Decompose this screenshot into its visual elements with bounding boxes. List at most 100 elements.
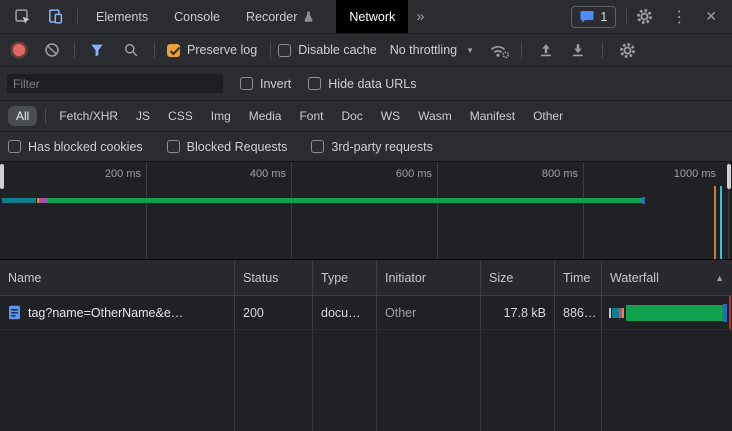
tab-console[interactable]: Console <box>161 0 233 33</box>
type-filter-doc[interactable]: Doc <box>334 106 369 126</box>
disable-cache-checkbox[interactable]: Disable cache <box>278 43 377 57</box>
tab-network-label: Network <box>349 10 395 24</box>
network-overview-timeline[interactable]: 200 ms 400 ms 600 ms 800 ms 1000 ms <box>0 162 732 260</box>
request-row[interactable]: tag?name=OtherName&e… 200 docu… Other 17… <box>0 296 732 330</box>
device-toolbar-icon[interactable] <box>39 8 72 25</box>
type-filter-fetch-xhr[interactable]: Fetch/XHR <box>52 106 125 126</box>
clear-icon[interactable] <box>35 42 69 58</box>
settings-gear-icon[interactable] <box>627 8 662 25</box>
type-filter-img[interactable]: Img <box>204 106 238 126</box>
tab-network[interactable]: Network <box>336 0 408 33</box>
issues-message-icon <box>580 10 594 23</box>
overview-left-handle[interactable] <box>0 164 4 189</box>
column-label: Name <box>8 271 41 285</box>
column-divider <box>480 330 481 431</box>
size-value: 17.8 kB <box>504 306 546 320</box>
type-value: docu… <box>321 306 361 320</box>
more-tabs-icon[interactable]: » <box>408 8 432 25</box>
column-header-status[interactable]: Status <box>234 260 312 295</box>
throttling-value: No throttling <box>390 43 457 57</box>
overview-bar-waiting <box>39 198 48 203</box>
filter-input[interactable] <box>7 74 223 93</box>
search-icon[interactable] <box>114 42 148 58</box>
gridline <box>291 162 292 259</box>
request-waterfall-cell[interactable] <box>601 296 732 329</box>
record-button[interactable] <box>13 44 25 56</box>
column-divider <box>554 330 555 431</box>
third-party-requests-checkbox[interactable]: 3rd-party requests <box>311 140 432 154</box>
tab-elements[interactable]: Elements <box>83 0 161 33</box>
column-header-time[interactable]: Time <box>554 260 601 295</box>
filter-funnel-icon[interactable] <box>80 42 114 58</box>
hide-data-urls-checkbox[interactable]: Hide data URLs <box>308 77 416 91</box>
ruler-tick: 1000 ms <box>646 168 716 180</box>
divider <box>602 42 603 58</box>
column-header-size[interactable]: Size <box>480 260 554 295</box>
checkbox-unchecked[interactable] <box>308 77 321 90</box>
request-name-cell[interactable]: tag?name=OtherName&e… <box>0 296 234 329</box>
time-value: 886… <box>563 306 596 320</box>
sort-ascending-icon[interactable]: ▲ <box>715 273 724 283</box>
inspect-element-icon[interactable] <box>6 8 39 25</box>
waterfall-downloading-segment <box>626 305 723 321</box>
network-settings-gear-icon[interactable] <box>611 42 644 59</box>
issues-counter[interactable]: 1 <box>571 6 616 28</box>
preserve-log-label: Preserve log <box>187 43 257 57</box>
type-filter-manifest[interactable]: Manifest <box>463 106 522 126</box>
type-filter-font[interactable]: Font <box>292 106 330 126</box>
divider <box>270 42 271 58</box>
type-filter-wasm[interactable]: Wasm <box>411 106 459 126</box>
status-value: 200 <box>243 306 264 320</box>
overview-right-handle[interactable] <box>727 164 731 189</box>
blocked-requests-checkbox[interactable]: Blocked Requests <box>167 140 288 154</box>
tab-recorder[interactable]: Recorder <box>233 0 328 33</box>
checkbox-unchecked[interactable] <box>167 140 180 153</box>
export-har-icon[interactable] <box>562 42 594 58</box>
network-toolbar: Preserve log Disable cache No throttling… <box>0 34 732 67</box>
checkbox-unchecked[interactable] <box>8 140 21 153</box>
divider <box>45 109 46 123</box>
request-size-cell[interactable]: 17.8 kB <box>480 296 554 329</box>
hide-data-urls-label: Hide data URLs <box>328 77 416 91</box>
column-header-type[interactable]: Type <box>312 260 376 295</box>
checkbox-unchecked[interactable] <box>240 77 253 90</box>
request-initiator-cell[interactable]: Other <box>376 296 480 329</box>
preserve-log-checkbox[interactable]: Preserve log <box>167 43 257 57</box>
requests-table-empty-area[interactable] <box>0 330 732 431</box>
column-label: Type <box>321 271 348 285</box>
has-blocked-cookies-checkbox[interactable]: Has blocked cookies <box>8 140 143 154</box>
experiment-flask-icon <box>302 10 315 23</box>
close-icon[interactable]: ✕ <box>696 8 726 25</box>
column-divider <box>312 330 313 431</box>
import-har-icon[interactable] <box>530 42 562 58</box>
checkbox-unchecked[interactable] <box>278 44 291 57</box>
type-filter-css[interactable]: CSS <box>161 106 200 126</box>
type-filter-js[interactable]: JS <box>129 106 157 126</box>
type-filter-ws[interactable]: WS <box>374 106 407 126</box>
document-file-icon <box>8 305 21 320</box>
type-filter-media[interactable]: Media <box>242 106 289 126</box>
column-label: Time <box>563 271 590 285</box>
resource-type-filter-bar: All Fetch/XHR JS CSS Img Media Font Doc … <box>0 101 732 132</box>
chevron-down-icon: ▼ <box>466 46 474 55</box>
disable-cache-label: Disable cache <box>298 43 377 57</box>
kebab-menu-icon[interactable]: ⋮ <box>662 7 696 27</box>
ruler-tick: 600 ms <box>362 168 432 180</box>
network-conditions-icon[interactable] <box>489 42 511 59</box>
type-filter-all[interactable]: All <box>8 106 37 126</box>
column-header-waterfall[interactable]: Waterfall ▲ <box>601 260 732 295</box>
column-header-name[interactable]: Name <box>0 260 234 295</box>
invert-checkbox[interactable]: Invert <box>240 77 291 91</box>
request-status-cell[interactable]: 200 <box>234 296 312 329</box>
checkbox-unchecked[interactable] <box>311 140 324 153</box>
type-filter-other[interactable]: Other <box>526 106 570 126</box>
request-time-cell[interactable]: 886… <box>554 296 601 329</box>
checkbox-checked[interactable] <box>167 44 180 57</box>
requests-table-header: Name Status Type Initiator Size Time Wat… <box>0 260 732 296</box>
throttling-dropdown[interactable]: No throttling ▼ <box>390 43 474 57</box>
request-type-cell[interactable]: docu… <box>312 296 376 329</box>
column-header-initiator[interactable]: Initiator <box>376 260 480 295</box>
main-tab-bar: Elements Console Recorder Network » 1 ⋮ … <box>0 0 732 34</box>
devtools-window: Elements Console Recorder Network » 1 ⋮ … <box>0 0 732 431</box>
gridline <box>437 162 438 259</box>
